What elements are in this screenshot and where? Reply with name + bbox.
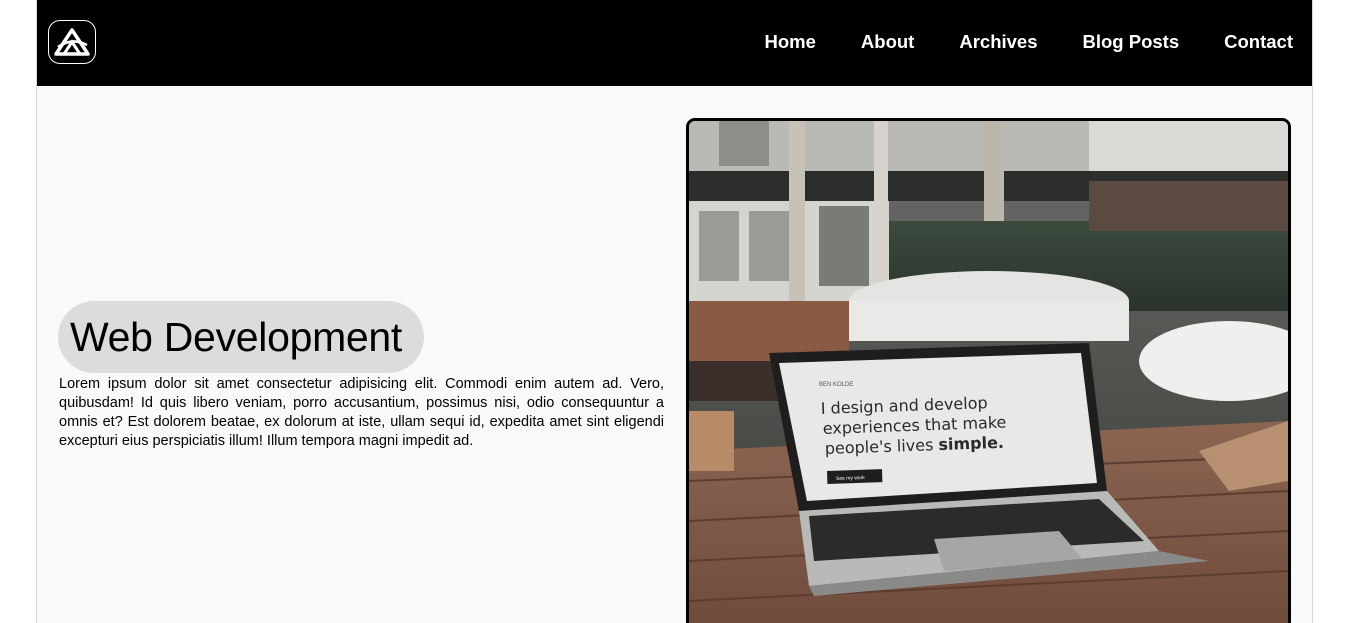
nav-link-home[interactable]: Home <box>765 30 816 54</box>
nav-link-about[interactable]: About <box>861 30 914 54</box>
nav-link-archives[interactable]: Archives <box>959 30 1037 54</box>
nav-link-contact[interactable]: Contact <box>1224 30 1293 54</box>
navbar: Home About Archives Blog Posts Contact <box>37 0 1312 86</box>
main-nav: Home About Archives Blog Posts Contact <box>765 30 1294 54</box>
page-container: Home About Archives Blog Posts Contact W… <box>36 0 1313 623</box>
headline-pill: Web Development <box>58 301 424 373</box>
hero-title: Web Development <box>70 313 403 360</box>
mountain-a-logo-icon <box>54 28 90 56</box>
screen-brand-text: BEN KOLDE <box>819 382 853 388</box>
logo-link[interactable] <box>48 20 96 64</box>
hero-image: BEN KOLDE I design and develop experienc… <box>686 118 1291 623</box>
hero-body-text: Lorem ipsum dolor sit amet consectetur a… <box>59 376 664 449</box>
nav-link-blog-posts[interactable]: Blog Posts <box>1083 30 1180 54</box>
screen-button-text: See my work <box>836 475 866 482</box>
